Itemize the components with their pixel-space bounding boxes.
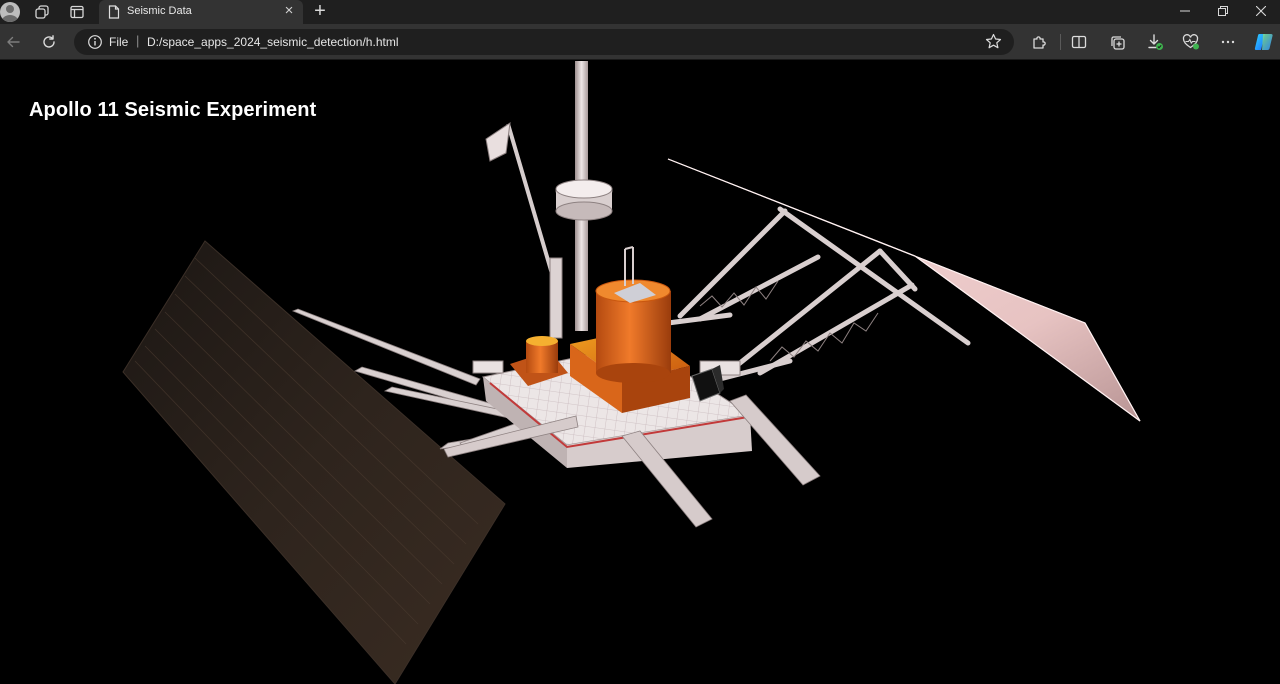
collections-button[interactable] (1106, 31, 1128, 53)
tab-seismic-data[interactable]: Seismic Data × (99, 0, 303, 24)
minimize-icon (1180, 10, 1190, 12)
downloads-button[interactable] (1144, 31, 1166, 53)
restore-button[interactable] (1204, 0, 1242, 24)
large-orange-cylinder (595, 246, 671, 383)
back-arrow-icon (7, 36, 20, 48)
browser-toolbar: File | D:/space_apps_2024_seismic_detect… (0, 24, 1280, 60)
left-solar-panel (122, 240, 506, 684)
browser-title-bar: Seismic Data × + (0, 0, 1280, 24)
seismic-experiment-3d-model[interactable] (0, 61, 1280, 684)
puzzle-icon (1033, 36, 1046, 49)
toolbar-divider (1060, 34, 1061, 50)
collections-icon (1110, 35, 1125, 50)
close-window-button[interactable] (1242, 0, 1280, 24)
info-icon[interactable] (87, 34, 103, 55)
address-bar[interactable]: File | D:/space_apps_2024_seismic_detect… (74, 29, 1014, 55)
page-title: Apollo 11 Seismic Experiment (29, 99, 317, 121)
more-dots-icon (1221, 40, 1235, 44)
workspaces-icon[interactable] (30, 0, 54, 24)
address-scheme-label: File (109, 35, 129, 49)
refresh-button[interactable] (38, 31, 60, 53)
minimize-button[interactable] (1166, 0, 1204, 24)
more-button[interactable] (1217, 31, 1239, 53)
restore-icon (1218, 6, 1228, 16)
heart-pulse-icon (1182, 34, 1199, 50)
address-url[interactable]: D:/space_apps_2024_seismic_detection/h.h… (147, 35, 398, 49)
browser-essentials-button[interactable] (1180, 31, 1202, 53)
antenna-flag (485, 121, 562, 302)
download-icon (1148, 34, 1163, 50)
extensions-button[interactable] (1028, 31, 1050, 53)
star-icon[interactable] (985, 33, 1002, 55)
page-icon (108, 5, 120, 24)
back-button[interactable] (2, 31, 24, 53)
close-icon (1255, 5, 1267, 17)
right-panel-trusses (665, 206, 971, 382)
copilot-icon (1254, 34, 1273, 50)
copilot-button[interactable] (1252, 31, 1276, 53)
split-screen-button[interactable] (1068, 31, 1090, 53)
tab-close-button[interactable]: × (279, 1, 299, 21)
address-separator: | (136, 33, 140, 48)
tab-title: Seismic Data (127, 5, 192, 17)
new-tab-button[interactable]: + (309, 0, 331, 22)
split-screen-icon (1071, 35, 1087, 49)
refresh-icon (43, 35, 55, 48)
page-viewport: Apollo 11 Seismic Experiment (0, 61, 1280, 684)
instrument-post (549, 257, 563, 339)
tab-actions-icon[interactable] (65, 0, 89, 24)
profile-avatar[interactable] (0, 2, 20, 22)
